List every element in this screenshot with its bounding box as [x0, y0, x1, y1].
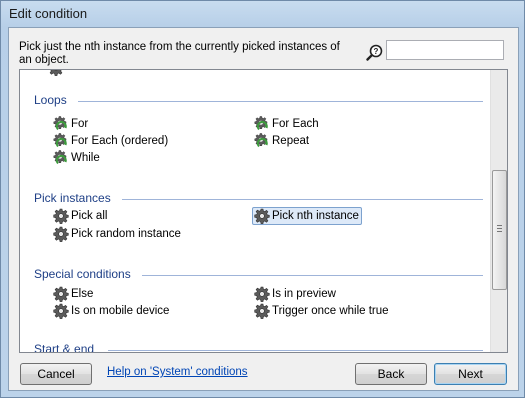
condition-is-in-preview[interactable]: Is in preview [254, 286, 336, 302]
condition-else[interactable]: Else [53, 286, 93, 302]
grip-line [497, 225, 502, 226]
condition-pick-random-instance[interactable]: Pick random instance [53, 226, 181, 242]
section-heading-loops: Loops [34, 93, 67, 107]
svg-text:?: ? [374, 47, 379, 56]
condition-label: Pick nth instance [272, 210, 359, 222]
condition-trigger-once-while-true[interactable]: Trigger once while true [254, 303, 389, 319]
gear-icon [53, 303, 69, 319]
condition-for[interactable]: For [53, 116, 88, 132]
loop-icon [53, 133, 69, 149]
edit-condition-dialog: Edit condition Pick just the nth instanc… [0, 0, 525, 398]
loop-icon [254, 116, 270, 132]
find-help-icon[interactable]: ? [366, 44, 384, 62]
grip-line [497, 228, 502, 229]
next-button[interactable]: Next [434, 363, 507, 385]
section-divider [78, 101, 483, 102]
section-heading-pick-instances: Pick instances [34, 191, 111, 205]
condition-label: For Each (ordered) [71, 135, 169, 147]
gear-icon [48, 70, 64, 76]
condition-label: Is on mobile device [71, 305, 170, 317]
loop-icon [53, 150, 69, 166]
dialog-body: Pick just the nth instance from the curr… [8, 27, 519, 391]
condition-list-content: Loops For For Each For Each (ordered) Re… [20, 70, 491, 352]
condition-while[interactable]: While [53, 150, 100, 166]
section-heading-start-end: Start & end [34, 342, 95, 352]
gear-icon [53, 286, 69, 302]
grip-line [497, 231, 502, 232]
back-button[interactable]: Back [355, 363, 427, 385]
vertical-scrollbar[interactable] [490, 70, 507, 352]
search-input[interactable] [386, 40, 504, 60]
section-divider [142, 275, 483, 276]
dialog-title: Edit condition [9, 6, 88, 21]
condition-label: For [71, 118, 89, 130]
gear-icon [254, 303, 270, 319]
condition-label: Else [71, 288, 94, 300]
list-item-cut-off[interactable] [48, 70, 66, 76]
cancel-button[interactable]: Cancel [20, 363, 92, 385]
condition-label: While [71, 152, 100, 164]
section-heading-special-conditions: Special conditions [34, 267, 131, 281]
gear-icon [53, 226, 69, 242]
loop-icon [53, 116, 69, 132]
condition-label: Trigger once while true [272, 305, 389, 317]
condition-list: Loops For For Each For Each (ordered) Re… [19, 69, 508, 353]
section-divider [122, 199, 483, 200]
condition-for-each[interactable]: For Each [254, 116, 319, 132]
condition-pick-nth-instance[interactable]: Pick nth instance [252, 207, 362, 225]
gear-icon [254, 208, 270, 224]
condition-for-each-ordered[interactable]: For Each (ordered) [53, 133, 168, 149]
condition-is-on-mobile-device[interactable]: Is on mobile device [53, 303, 169, 319]
condition-label: Is in preview [272, 288, 336, 300]
help-link[interactable]: Help on 'System' conditions [107, 366, 248, 378]
condition-pick-all[interactable]: Pick all [53, 208, 107, 224]
condition-label: Repeat [272, 135, 310, 147]
scrollbar-thumb[interactable] [492, 170, 507, 290]
gear-icon [254, 286, 270, 302]
condition-repeat[interactable]: Repeat [254, 133, 309, 149]
title-bar[interactable]: Edit condition [1, 1, 524, 27]
condition-label: For Each [272, 118, 319, 130]
loop-icon [254, 133, 270, 149]
condition-description: Pick just the nth instance from the curr… [19, 41, 340, 66]
condition-label: Pick all [71, 210, 108, 222]
condition-label: Pick random instance [71, 228, 181, 240]
section-divider [108, 350, 483, 351]
gear-icon [53, 208, 69, 224]
